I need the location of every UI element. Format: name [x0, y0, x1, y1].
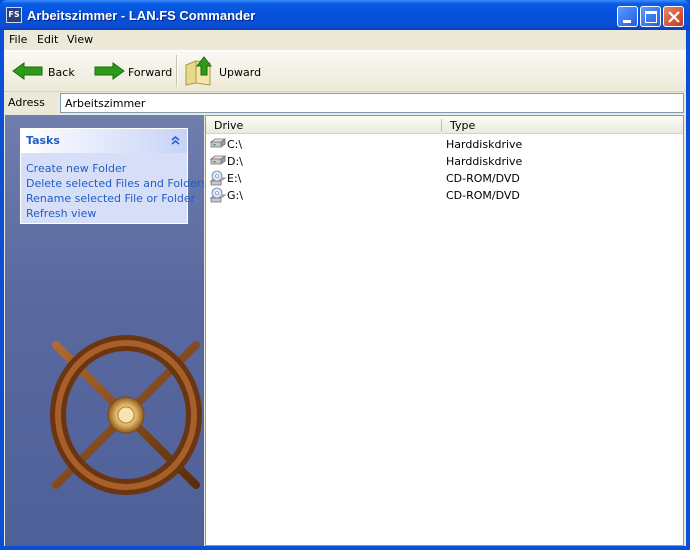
- menu-file[interactable]: File: [9, 33, 27, 46]
- drive-type: CD-ROM/DVD: [446, 189, 520, 202]
- minimize-icon: [623, 20, 631, 23]
- harddisk-icon: [209, 138, 226, 148]
- table-row[interactable]: E:\ CD-ROM/DVD: [206, 170, 676, 187]
- back-label: Back: [48, 66, 75, 79]
- close-icon: [668, 11, 680, 23]
- task-create-folder[interactable]: Create new Folder: [26, 162, 126, 175]
- window-frame-right: [686, 30, 690, 550]
- drive-type: Harddiskdrive: [446, 138, 523, 151]
- drive-type: CD-ROM/DVD: [446, 172, 520, 185]
- task-delete-selected[interactable]: Delete selected Files and Folders: [26, 177, 204, 190]
- toolbar-separator: [176, 55, 178, 87]
- back-arrow-icon: [12, 62, 43, 80]
- forward-button[interactable]: Forward: [90, 51, 174, 91]
- address-input[interactable]: [60, 93, 684, 113]
- upward-button[interactable]: Upward: [182, 51, 262, 91]
- cdrom-icon: [209, 187, 226, 203]
- client-area: File Edit View Back Forward Upward Adres…: [4, 30, 686, 546]
- drive-type: Harddiskdrive: [446, 155, 523, 168]
- table-row[interactable]: C:\ Harddiskdrive: [206, 136, 676, 153]
- drive-name: E:\: [227, 172, 242, 185]
- column-header-type[interactable]: Type: [442, 116, 677, 134]
- app-icon[interactable]: FS: [6, 7, 22, 23]
- back-button[interactable]: Back: [8, 51, 88, 91]
- address-label: Adress: [8, 96, 45, 109]
- ship-wheel-logo: [24, 313, 204, 517]
- upward-label: Upward: [219, 66, 262, 79]
- minimize-button[interactable]: [617, 6, 638, 27]
- maximize-icon: [645, 11, 657, 23]
- tasks-title: Tasks: [26, 134, 60, 147]
- window-title: Arbeitszimmer - LAN.FS Commander: [27, 8, 256, 23]
- table-row[interactable]: G:\ CD-ROM/DVD: [206, 187, 676, 204]
- forward-label: Forward: [128, 66, 173, 79]
- task-rename-selected[interactable]: Rename selected File or Folder: [26, 192, 195, 205]
- menu-view[interactable]: View: [67, 33, 93, 46]
- menu-bar: File Edit View: [4, 30, 686, 49]
- harddisk-icon: [209, 155, 226, 165]
- task-pane: Tasks Create new Folder Delete selected …: [5, 115, 204, 546]
- chevron-up-icon[interactable]: [168, 133, 183, 148]
- column-drive-label: Drive: [214, 119, 244, 132]
- drive-name: C:\: [227, 138, 243, 151]
- forward-arrow-icon: [94, 62, 125, 80]
- drive-name: G:\: [227, 189, 243, 202]
- column-type-label: Type: [450, 119, 476, 132]
- tasks-header[interactable]: Tasks: [21, 129, 187, 153]
- address-bar: Adress: [4, 92, 686, 114]
- drive-name: D:\: [227, 155, 243, 168]
- drive-list-view[interactable]: Drive Type C:\ Harddiskdrive D:\ Harddis…: [205, 115, 684, 546]
- table-row[interactable]: D:\ Harddiskdrive: [206, 153, 676, 170]
- menu-edit[interactable]: Edit: [37, 33, 58, 46]
- task-refresh-view[interactable]: Refresh view: [26, 207, 96, 220]
- app-window: FS Arbeitszimmer - LAN.FS Commander File…: [0, 0, 690, 550]
- column-header-filler: [677, 116, 683, 134]
- window-frame-bottom: [0, 546, 690, 550]
- folder-up-icon: [185, 56, 213, 86]
- cdrom-icon: [209, 170, 226, 186]
- maximize-button[interactable]: [640, 6, 661, 27]
- close-button[interactable]: [663, 6, 684, 27]
- column-header-drive[interactable]: Drive: [206, 116, 441, 134]
- tasks-panel: Tasks Create new Folder Delete selected …: [20, 128, 204, 224]
- toolbar: Back Forward Upward: [4, 50, 686, 92]
- title-bar[interactable]: FS Arbeitszimmer - LAN.FS Commander: [0, 0, 690, 30]
